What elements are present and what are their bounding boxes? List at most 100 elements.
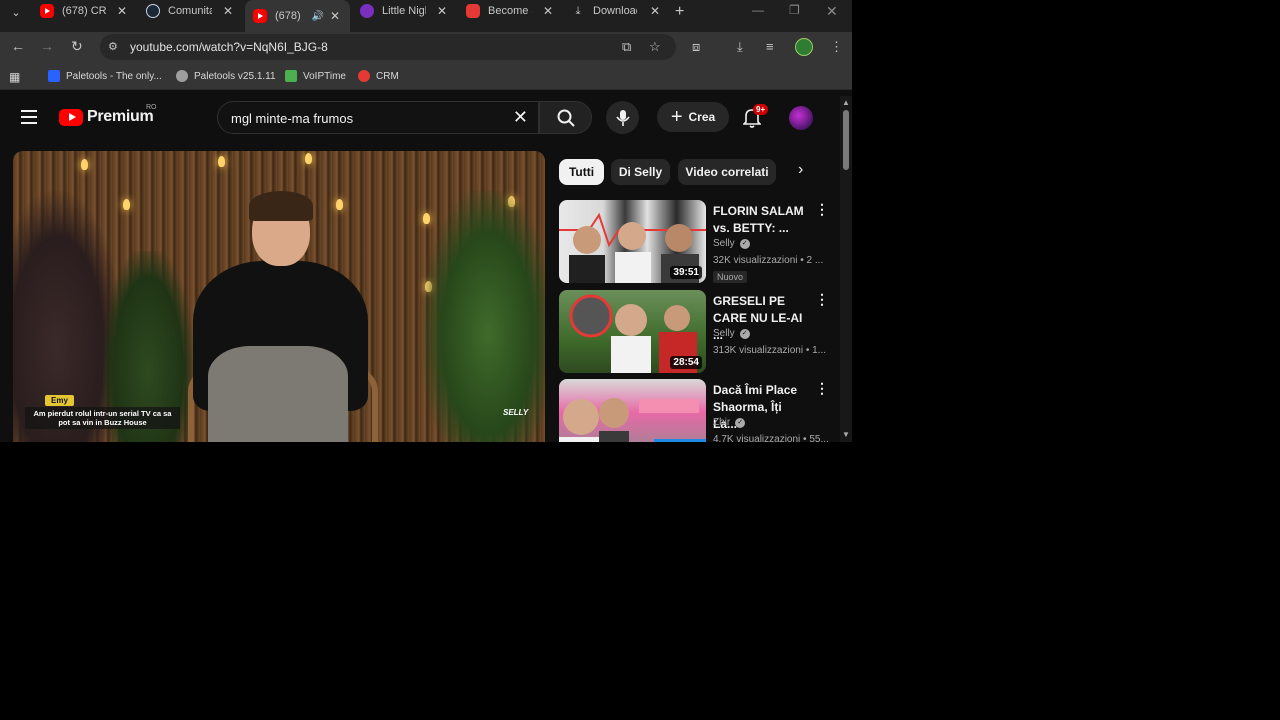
minimize-icon[interactable]: — xyxy=(752,3,764,17)
lower-third-caption: Am pierdut rolul intr-un serial TV ca sa… xyxy=(25,407,180,429)
light-bulb xyxy=(123,199,130,210)
video-thumbnail[interactable]: 39:51 xyxy=(559,200,706,283)
recommendation-item[interactable]: 39:51 FLORIN SALAM vs. BETTY: ... Selly ✓… xyxy=(559,200,829,284)
close-icon[interactable]: ✕ xyxy=(117,4,127,18)
verified-icon: ✓ xyxy=(739,328,750,339)
video-thumbnail[interactable] xyxy=(559,379,706,442)
video-player[interactable]: Emy Am pierdut rolul intr-un serial TV c… xyxy=(13,151,545,442)
channel-label: Selly xyxy=(713,238,735,249)
more-options-icon[interactable]: ⋮ xyxy=(815,381,829,395)
crm-icon xyxy=(358,70,370,82)
recommendation-item[interactable]: Dacă Îmi Place Shaorma, Îți La... Zbir ✓ … xyxy=(559,379,829,442)
verified-icon: ✓ xyxy=(739,238,750,249)
channel-label: Selly xyxy=(713,328,735,339)
tab-title: Become a xyxy=(488,5,532,17)
search-query-text[interactable]: mgl minte-ma frumos xyxy=(231,111,353,126)
close-icon[interactable]: ✕ xyxy=(543,4,553,18)
youtube-page: Premium RO mgl minte-ma frumos ✕ + Crea … xyxy=(0,96,852,442)
apps-grid-icon[interactable]: ▦ xyxy=(9,70,20,84)
account-avatar[interactable] xyxy=(789,106,813,130)
downloads-icon[interactable]: ⤓ xyxy=(737,39,743,55)
close-icon[interactable]: ✕ xyxy=(650,4,660,18)
search-icon xyxy=(557,109,575,127)
tab-download[interactable]: ⤓ Download ✕ xyxy=(565,0,670,22)
close-window-icon[interactable]: ✕ xyxy=(826,3,838,20)
chevron-right-icon[interactable]: › xyxy=(798,161,803,179)
youtube-icon xyxy=(40,4,54,18)
tab-title: Comunitate xyxy=(168,5,212,17)
create-label: Crea xyxy=(688,110,716,124)
media-control-icon[interactable]: ≡ xyxy=(766,39,774,54)
site-info-icon[interactable]: ⚙ xyxy=(108,40,118,53)
chip-from-selly[interactable]: Di Selly xyxy=(611,159,670,185)
tab-strip: ⌄ (678) CRISTI ✕ Comunitate ✕ (678) Mgl … xyxy=(0,0,852,32)
tab-little-nightmares[interactable]: Little Nightmares ✕ xyxy=(352,0,457,22)
youtube-premium-logo[interactable]: Premium RO xyxy=(59,104,157,126)
scrollbar-thumb[interactable] xyxy=(843,110,849,170)
chip-all[interactable]: Tutti xyxy=(559,159,604,185)
back-icon[interactable]: ← xyxy=(11,38,25,54)
maximize-icon[interactable]: ❐ xyxy=(789,3,800,17)
page-scrollbar[interactable]: ▲ ▼ xyxy=(840,96,852,442)
voice-search-button[interactable] xyxy=(606,101,639,134)
clear-search-icon[interactable]: ✕ xyxy=(513,107,528,128)
close-icon[interactable]: ✕ xyxy=(223,4,233,18)
microphone-icon xyxy=(615,109,630,126)
bookmark-crm[interactable]: CRM xyxy=(358,70,399,82)
more-options-icon[interactable]: ⋮ xyxy=(815,202,829,216)
tab-roblox[interactable]: Become a ✕ xyxy=(458,0,563,22)
globe-icon xyxy=(176,70,188,82)
search-input[interactable]: mgl minte-ma frumos ✕ xyxy=(217,101,539,134)
download-icon: ⤓ xyxy=(575,4,581,17)
url-text[interactable]: youtube.com/watch?v=NqN6I_BJG-8 xyxy=(130,40,328,54)
menu-kebab-icon[interactable]: ⋮ xyxy=(830,39,843,55)
search-button[interactable] xyxy=(539,101,592,134)
decor-plant xyxy=(423,191,545,442)
recommendation-item[interactable]: 28:54 GRESELI PE CARE NU LE-AI ... Selly… xyxy=(559,290,829,374)
tab-title: (678) CRISTI xyxy=(62,5,106,17)
video-title[interactable]: FLORIN SALAM vs. BETTY: ... xyxy=(713,203,805,237)
new-tab-button[interactable]: + xyxy=(675,3,684,21)
channel-name[interactable]: Zbir ✓ xyxy=(713,417,746,428)
tab-title: Download xyxy=(593,5,637,17)
address-bar[interactable]: ⚙ youtube.com/watch?v=NqN6I_BJG-8 ⧉ ☆ xyxy=(100,34,676,60)
tab-title: (678) Mgl xyxy=(275,10,301,22)
logo-text: Premium xyxy=(87,108,154,125)
bookmark-paletools[interactable]: Paletools - The only... xyxy=(48,70,162,82)
browser-window: ⌄ (678) CRISTI ✕ Comunitate ✕ (678) Mgl … xyxy=(0,0,852,442)
bookmark-voiptime[interactable]: VoIPTime xyxy=(285,70,346,82)
browser-toolbar: ← → ↻ ⚙ youtube.com/watch?v=NqN6I_BJG-8 … xyxy=(0,32,852,62)
video-lower-third: Emy Am pierdut rolul intr-un serial TV c… xyxy=(25,395,180,431)
tab-steam[interactable]: Comunitate ✕ xyxy=(138,0,243,22)
notification-count-badge: 9+ xyxy=(753,104,769,115)
tab-title: Little Nightmares xyxy=(382,5,426,17)
scroll-down-arrow-icon[interactable]: ▼ xyxy=(842,430,850,439)
tab-youtube-1[interactable]: (678) CRISTI ✕ xyxy=(32,0,137,22)
video-meta: 313K visualizzazioni • 1... xyxy=(713,345,827,356)
speaker-icon[interactable]: 🔊 xyxy=(312,11,324,22)
close-icon[interactable]: ✕ xyxy=(330,9,340,23)
profile-avatar[interactable] xyxy=(795,38,813,56)
extensions-icon[interactable]: ⧈ xyxy=(692,39,700,55)
chip-related[interactable]: Video correlati xyxy=(678,159,776,185)
channel-name[interactable]: Selly ✓ xyxy=(713,328,750,339)
tab-youtube-active[interactable]: (678) Mgl 🔊 ✕ xyxy=(245,0,350,32)
person-legs xyxy=(208,346,348,442)
scroll-up-arrow-icon[interactable]: ▲ xyxy=(842,98,850,107)
hamburger-menu-icon[interactable] xyxy=(21,110,37,124)
reload-icon[interactable]: ↻ xyxy=(71,38,83,55)
bookmark-star-icon[interactable]: ☆ xyxy=(649,39,661,55)
country-code: RO xyxy=(146,104,157,111)
more-options-icon[interactable]: ⋮ xyxy=(815,292,829,306)
forward-icon[interactable]: → xyxy=(40,38,54,54)
close-icon[interactable]: ✕ xyxy=(437,4,447,18)
channel-name[interactable]: Selly ✓ xyxy=(713,238,750,249)
notifications-button[interactable]: 9+ xyxy=(742,104,769,133)
create-button[interactable]: + Crea xyxy=(657,102,729,132)
install-app-icon[interactable]: ⧉ xyxy=(622,39,631,55)
bookmark-label: CRM xyxy=(376,70,399,82)
tab-search-icon[interactable]: ⌄ xyxy=(6,3,26,21)
video-thumbnail[interactable]: 28:54 xyxy=(559,290,706,373)
bookmark-paletools-version[interactable]: Paletools v25.1.11 xyxy=(176,70,276,82)
lower-third-name: Emy xyxy=(45,395,74,406)
